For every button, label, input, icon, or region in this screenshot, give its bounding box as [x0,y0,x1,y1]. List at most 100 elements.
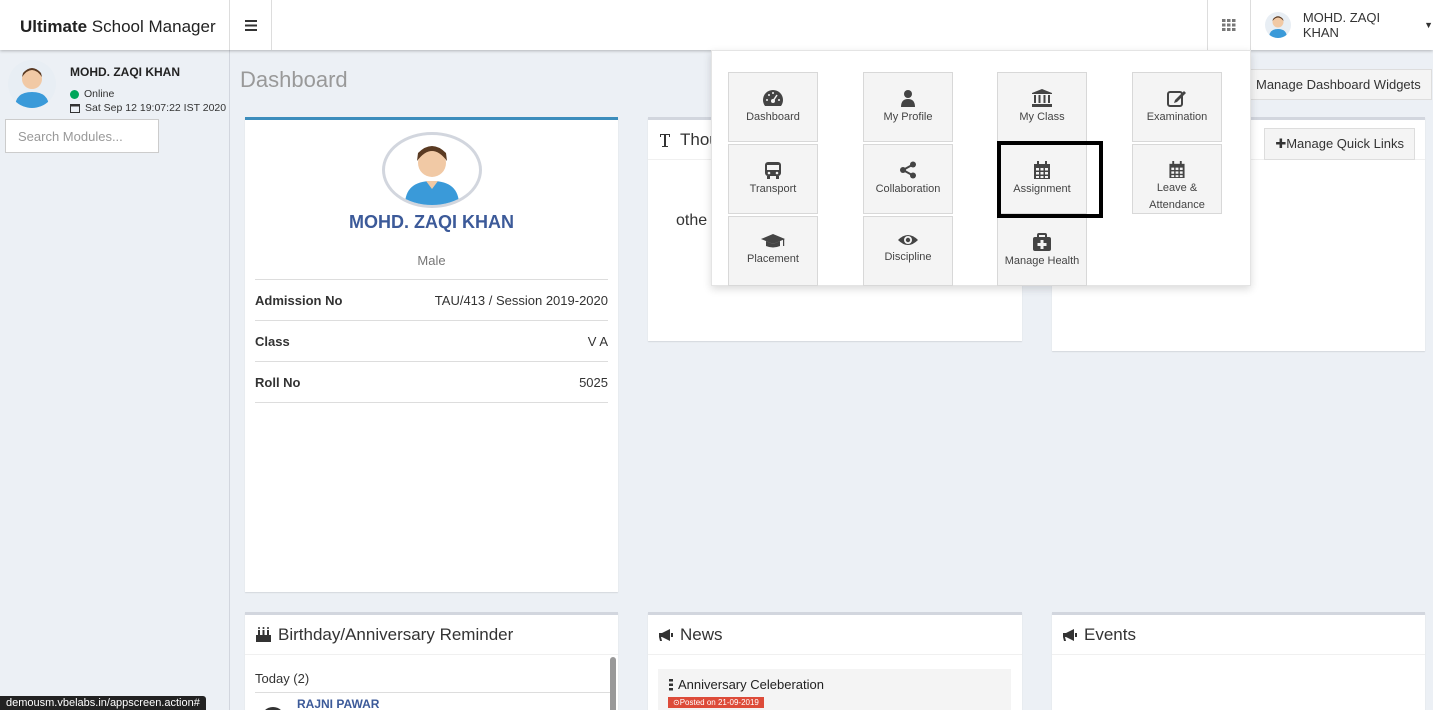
profile-avatar [382,132,482,208]
events-header: Events [1052,615,1425,655]
birthday-person-link[interactable]: RAJNI PAWAR [297,697,379,710]
profile-card: MOHD. ZAQI KHAN Male Admission No TAU/413… [245,117,618,592]
birthday-title: Birthday/Anniversary Reminder [278,624,514,644]
scrollbar[interactable] [610,657,616,710]
app-tile-discipline[interactable]: Discipline [863,216,953,286]
app-tile-label: My Profile [883,111,933,123]
detail-value: V A [587,333,608,349]
news-item-title: Anniversary Celeberation [668,677,1001,692]
brand-bold: Ultimate [20,17,88,36]
list-item: Admission No TAU/413 / Session 2019-2020 [255,280,608,321]
app-tile-label: Examination [1146,111,1208,123]
app-tile-examination[interactable]: Examination [1132,72,1222,142]
share-icon [900,161,916,179]
profile-gender: Male [417,253,446,268]
posted-date-text: Posted on 21-09-2019 [679,698,759,707]
dashboard-icon [763,90,783,106]
detail-label: Admission No [255,292,343,308]
app-tile-label: Placement [747,253,799,265]
apps-launcher-button[interactable] [1207,0,1251,50]
text-height-icon [660,133,670,147]
bus-icon [765,162,781,179]
app-tile-label: Transport [749,183,797,195]
app-tile-label: Assignment [1013,183,1071,195]
posted-date-badge: ⊙Posted on 21-09-2019 [668,697,764,708]
calendar-icon [70,104,80,113]
birthday-reminder-card: Birthday/Anniversary Reminder Today (2) … [245,612,618,710]
thought-text: othe [676,212,708,229]
manage-quick-links-label: Manage Quick Links [1286,136,1404,151]
app-tile-transport[interactable]: Transport [728,144,818,214]
calendar-icon [1034,161,1050,179]
detail-label: Class [255,333,290,349]
birthday-header: Birthday/Anniversary Reminder [245,615,618,655]
app-tile-leave-attendance[interactable]: Leave & Attendance [1132,144,1222,214]
user-icon [901,90,915,107]
divider [255,692,610,693]
manage-dashboard-widgets-button[interactable]: Manage Dashboard Widgets [1245,69,1432,100]
sidebar-toggle-button[interactable] [230,0,272,50]
plus-icon: ✚ [1275,136,1287,151]
list-item[interactable]: Anniversary Celeberation ⊙Posted on 21-0… [658,669,1011,710]
calendar-icon [1169,161,1185,178]
sidebar-avatar [8,60,56,108]
detail-value: TAU/413 / Session 2019-2020 [434,292,608,308]
edit-icon [1167,91,1186,107]
user-menu-dropdown[interactable]: MOHD. ZAQI KHAN ▼ [1251,0,1433,50]
app-tile-placement[interactable]: Placement [728,216,818,286]
news-card: News Anniversary Celeberation ⊙Posted on… [648,612,1022,710]
news-title: News [680,624,723,644]
apps-dropdown-panel: Dashboard My Profile My Class Examinatio… [711,50,1251,286]
header-user-name: MOHD. ZAQI KHAN [1302,10,1381,40]
events-title: Events [1084,624,1136,644]
sidebar-user-name: MOHD. ZAQI KHAN [70,65,180,79]
app-tile-label: Discipline [884,251,932,263]
search-modules-input[interactable] [5,119,159,153]
app-tile-label: Manage Health [1004,255,1080,267]
app-tile-label: Leave & Attendance [1149,182,1205,211]
detail-value: 5025 [579,374,608,390]
news-header: News [648,615,1022,655]
online-status: Online [70,88,114,100]
app-tile-label: Dashboard [746,111,800,123]
bullhorn-icon [1063,628,1077,641]
page-title: Dashboard [240,67,348,92]
manage-quick-links-button[interactable]: ✚Manage Quick Links [1264,128,1415,160]
top-navbar: Ultimate School Manager MOHD. ZAQI KHAN … [0,0,1433,50]
profile-details-list: Admission No TAU/413 / Session 2019-2020 … [255,279,608,403]
hamburger-icon [244,19,257,31]
online-dot-icon [70,89,79,99]
header-avatar [1265,12,1291,38]
sidebar: MOHD. ZAQI KHAN Online Sat Sep 12 19:07:… [0,50,230,710]
medkit-icon [1033,233,1051,251]
birthday-cake-icon [256,627,271,642]
today-count: Today (2) [255,671,310,686]
datetime-text: Sat Sep 12 19:07:22 IST 2020 [85,102,227,114]
app-tile-manage-health[interactable]: Manage Health [997,216,1087,286]
app-tile-label: Collaboration [875,183,941,195]
institution-icon [1032,89,1052,107]
brand-rest: School Manager [87,17,216,36]
grid-icon [1222,19,1236,31]
ellipsis-vertical-icon [669,678,673,690]
news-item-text: Anniversary Celeberation [678,677,824,692]
eye-icon [898,235,918,245]
app-tile-label: My Class [1019,111,1065,123]
graduation-cap-icon [761,234,785,248]
profile-name: MOHD. ZAQI KHAN [349,212,514,232]
bullhorn-icon [659,628,673,641]
app-tile-collaboration[interactable]: Collaboration [863,144,953,214]
login-datetime: Sat Sep 12 19:07:22 IST 2020 [70,102,226,114]
list-item: Class V A [255,321,608,362]
app-tile-assignment[interactable]: Assignment [997,144,1087,214]
list-item: Roll No 5025 [255,362,608,403]
app-tile-my-profile[interactable]: My Profile [863,72,953,142]
app-tile-dashboard[interactable]: Dashboard [728,72,818,142]
app-tile-my-class[interactable]: My Class [997,72,1087,142]
app-logo[interactable]: Ultimate School Manager [0,0,230,50]
caret-down-icon: ▼ [1424,20,1433,30]
status-bar-url: demousm.vbelabs.in/appscreen.action# [0,696,206,710]
status-label: Online [84,88,115,100]
detail-label: Roll No [255,374,301,390]
events-card: Events [1052,612,1425,710]
